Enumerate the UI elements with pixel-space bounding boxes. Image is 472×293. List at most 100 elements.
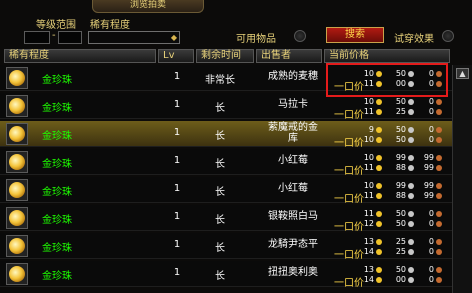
auction-row-selected[interactable]: 金珍珠 1 长 萦魔戒的金库 一口价 9 50 0 10 50 0 <box>0 121 452 149</box>
seller-name: 小红莓 <box>278 183 308 194</box>
buyout-silver: 88 <box>395 163 406 172</box>
golden-pearl-icon[interactable] <box>6 67 28 89</box>
copper-coin-icon <box>436 99 442 105</box>
buyout-silver: 00 <box>395 275 406 284</box>
col-time-left[interactable]: 剩余时间 <box>196 49 254 63</box>
col-rarity[interactable]: 稀有程度 <box>4 49 156 63</box>
silver-coin-icon <box>408 249 414 255</box>
bid-copper: 0 <box>428 265 434 274</box>
golden-pearl-icon[interactable] <box>6 95 28 117</box>
buyout-silver: 50 <box>395 219 406 228</box>
buyout-copper: 99 <box>423 163 434 172</box>
col-level[interactable]: Lv <box>158 49 194 63</box>
silver-coin-icon <box>408 239 414 245</box>
silver-coin-icon <box>408 183 414 189</box>
silver-coin-icon <box>408 109 414 115</box>
preview-checkbox[interactable] <box>442 30 454 42</box>
buyout-gold: 11 <box>363 107 374 116</box>
bid-copper: 0 <box>428 237 434 246</box>
bid-gold: 11 <box>363 209 374 218</box>
level-min-input[interactable] <box>24 31 50 44</box>
usable-items-checkbox[interactable] <box>294 30 306 42</box>
time-left: 长 <box>215 215 225 226</box>
usable-items-label: 可用物品 <box>236 34 276 45</box>
bid-gold: 10 <box>363 181 374 190</box>
auction-window: 浏览拍卖 等级范围 稀有程度 - ◆ 可用物品 搜索 试穿效果 稀有程度 Lv … <box>0 0 472 293</box>
golden-pearl-icon[interactable] <box>6 179 28 201</box>
copper-coin-icon <box>436 165 442 171</box>
seller-name: 扭扭奥利奥 <box>268 267 318 278</box>
copper-coin-icon <box>436 193 442 199</box>
time-left: 长 <box>215 103 225 114</box>
col-seller[interactable]: 出售者 <box>256 49 322 63</box>
buyout-copper: 0 <box>428 107 434 116</box>
copper-coin-icon <box>436 277 442 283</box>
bid-silver: 99 <box>395 181 406 190</box>
bid-gold: 13 <box>363 237 374 246</box>
golden-pearl-icon[interactable] <box>6 207 28 229</box>
level-range-label: 等级范围 <box>36 20 76 31</box>
buyout-copper: 0 <box>428 135 434 144</box>
silver-coin-icon <box>408 211 414 217</box>
rarity-label: 稀有程度 <box>90 20 130 31</box>
gold-coin-icon <box>376 99 382 105</box>
bid-copper: 0 <box>428 209 434 218</box>
window-title: 浏览拍卖 <box>92 0 204 13</box>
col-current-price[interactable]: 当前价格 <box>324 49 450 63</box>
highlight-box <box>326 63 448 97</box>
gold-coin-icon <box>376 249 382 255</box>
time-left: 长 <box>215 131 225 142</box>
buyout-label: 一口价 <box>334 250 364 261</box>
item-level: 1 <box>173 71 181 82</box>
bid-gold: 10 <box>363 153 374 162</box>
buyout-silver: 25 <box>395 247 406 256</box>
search-button[interactable]: 搜索 <box>326 27 384 43</box>
silver-coin-icon <box>408 127 414 133</box>
chevron-down-icon: ◆ <box>170 33 177 42</box>
item-name: 金珍珠 <box>42 159 72 170</box>
bid-silver: 25 <box>395 237 406 246</box>
bid-gold: 9 <box>368 125 374 134</box>
auction-row[interactable]: 金珍珠 1 长 小红莓 一口价 10 99 99 11 88 99 <box>0 177 452 205</box>
bid-copper: 99 <box>423 153 434 162</box>
seller-name: 银鞍照白马 <box>268 211 318 222</box>
silver-coin-icon <box>408 137 414 143</box>
copper-coin-icon <box>436 249 442 255</box>
buyout-label: 一口价 <box>334 222 364 233</box>
buyout-copper: 0 <box>428 247 434 256</box>
auction-row[interactable]: 金珍珠 1 长 银鞍照白马 一口价 11 50 0 12 50 0 <box>0 205 452 233</box>
seller-name: 小红莓 <box>278 155 308 166</box>
item-level: 1 <box>173 211 181 222</box>
golden-pearl-icon[interactable] <box>6 235 28 257</box>
rarity-dropdown[interactable]: ◆ <box>88 31 180 44</box>
gold-coin-icon <box>376 137 382 143</box>
item-name: 金珍珠 <box>42 75 72 86</box>
range-dash: - <box>52 30 56 41</box>
silver-coin-icon <box>408 165 414 171</box>
copper-coin-icon <box>436 267 442 273</box>
scroll-up-icon[interactable]: ▲ <box>456 68 469 79</box>
golden-pearl-icon[interactable] <box>6 263 28 285</box>
auction-row[interactable]: 金珍珠 1 长 龙騎尹态平 一口价 13 25 0 14 25 0 <box>0 233 452 261</box>
auction-row[interactable]: 金珍珠 1 长 小红莓 一口价 10 99 99 11 88 99 <box>0 149 452 177</box>
gold-coin-icon <box>376 183 382 189</box>
gold-coin-icon <box>376 239 382 245</box>
gold-coin-icon <box>376 267 382 273</box>
level-max-input[interactable] <box>58 31 82 44</box>
buyout-label: 一口价 <box>334 166 364 177</box>
time-left: 长 <box>215 187 225 198</box>
scrollbar[interactable]: ▲ <box>452 65 472 293</box>
copper-coin-icon <box>436 109 442 115</box>
gold-coin-icon <box>376 193 382 199</box>
bid-silver: 50 <box>395 97 406 106</box>
bid-copper: 99 <box>423 181 434 190</box>
golden-pearl-icon[interactable] <box>6 151 28 173</box>
auction-row[interactable]: 金珍珠 1 长 扭扭奥利奥 一口价 13 50 0 14 00 0 <box>0 261 452 289</box>
bid-silver: 50 <box>395 125 406 134</box>
gold-coin-icon <box>376 109 382 115</box>
golden-pearl-icon[interactable] <box>6 123 28 145</box>
bid-copper: 0 <box>428 97 434 106</box>
item-level: 1 <box>173 239 181 250</box>
gold-coin-icon <box>376 211 382 217</box>
buyout-label: 一口价 <box>334 194 364 205</box>
